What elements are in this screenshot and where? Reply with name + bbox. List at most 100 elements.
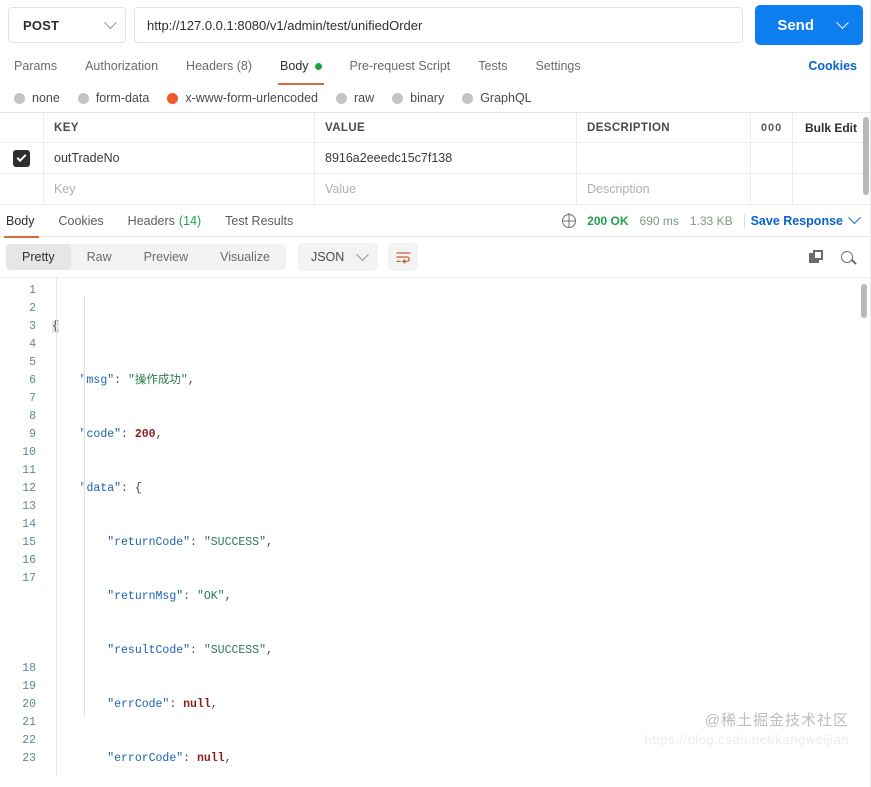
response-tab-cookies[interactable]: Cookies — [47, 205, 116, 237]
response-view-toolbar: Pretty Raw Preview Visualize JSON — [0, 237, 871, 277]
row-value[interactable]: 8916a2eeedc15c7f138 — [315, 143, 577, 173]
body-type-label: raw — [354, 91, 375, 105]
body-type-none[interactable]: none — [14, 91, 60, 105]
search-icon[interactable] — [841, 251, 853, 263]
body-type-label: none — [32, 91, 60, 105]
view-mode-raw[interactable]: Raw — [71, 244, 128, 270]
send-options-button[interactable] — [832, 5, 863, 45]
tab-tests[interactable]: Tests — [464, 50, 521, 82]
line-number: 20 — [22, 698, 36, 711]
row-description[interactable] — [577, 143, 751, 173]
table-row[interactable]: outTradeNo 8916a2eeedc15c7f138 — [0, 143, 871, 174]
bulk-edit-button[interactable]: Bulk Edit — [793, 113, 871, 142]
table-options-button[interactable]: 000 — [751, 113, 793, 142]
body-type-x-www-form-urlencoded[interactable]: x-www-form-urlencoded — [167, 91, 318, 105]
empty-row-options — [751, 174, 793, 204]
view-mode-pretty[interactable]: Pretty — [6, 244, 71, 270]
response-format-select[interactable]: JSON — [297, 243, 379, 271]
line-number: 13 — [22, 500, 36, 513]
tab-headers[interactable]: Headers (8) — [172, 50, 266, 82]
tab-body[interactable]: Body — [266, 50, 336, 85]
row-options[interactable] — [751, 143, 793, 173]
response-tab-test-results[interactable]: Test Results — [213, 205, 305, 237]
line-number: 7 — [29, 392, 36, 405]
line-number: 21 — [22, 716, 36, 729]
chevron-down-icon — [848, 211, 861, 225]
line-number: 15 — [22, 536, 36, 549]
response-body-json-viewer[interactable]: 1 2 3 4 5 6 7 8 9 10 11 12 13 14 15 16 1… — [0, 277, 871, 777]
send-button[interactable]: Send — [755, 5, 832, 45]
json-code[interactable]: { "msg": "操作成功", "code": 200, "data": { … — [44, 278, 871, 777]
json-scrollbar[interactable] — [861, 284, 867, 318]
indent-guide — [84, 296, 85, 716]
line-number: 3 — [29, 320, 36, 333]
line-number: 18 — [22, 662, 36, 675]
new-description-input[interactable]: Description — [577, 174, 751, 204]
params-table-scrollbar[interactable] — [863, 117, 869, 195]
line-number: 4 — [29, 338, 36, 351]
line-number: 17 — [22, 572, 36, 585]
cookies-link[interactable]: Cookies — [808, 59, 863, 73]
table-empty-row[interactable]: Key Value Description — [0, 174, 871, 205]
view-mode-preview[interactable]: Preview — [128, 244, 204, 270]
response-tools — [809, 250, 861, 264]
response-size: 1.33 KB — [689, 213, 733, 228]
tab-authorization[interactable]: Authorization — [71, 50, 172, 82]
body-type-label: binary — [410, 91, 445, 105]
row-key[interactable]: outTradeNo — [44, 143, 315, 173]
empty-row-checkbox[interactable] — [0, 174, 44, 204]
globe-icon — [562, 213, 577, 228]
save-response-button[interactable]: Save Response — [743, 211, 861, 228]
tab-settings[interactable]: Settings — [521, 50, 594, 82]
copy-icon[interactable] — [809, 250, 823, 264]
save-response-label: Save Response — [750, 213, 843, 228]
chevron-down-icon — [356, 247, 370, 261]
request-url-text: http://127.0.0.1:8080/v1/admin/test/unif… — [147, 17, 423, 33]
wrap-text-icon — [396, 251, 411, 264]
response-tab-headers[interactable]: Headers (14) — [116, 205, 213, 237]
request-tabs: Params Authorization Headers (8) Body Pr… — [0, 50, 871, 85]
new-value-input[interactable]: Value — [315, 174, 577, 204]
request-url-input[interactable]: http://127.0.0.1:8080/v1/admin/test/unif… — [134, 7, 744, 43]
line-number: 14 — [22, 518, 36, 531]
body-type-graphql[interactable]: GraphQL — [462, 91, 532, 105]
line-number: 10 — [22, 446, 36, 459]
json-grid: 1 2 3 4 5 6 7 8 9 10 11 12 13 14 15 16 1… — [0, 278, 871, 777]
params-table: KEY VALUE DESCRIPTION 000 Bulk Edit outT… — [0, 112, 871, 205]
response-status: 200 OK — [587, 213, 629, 228]
checkbox-checked-icon — [13, 149, 30, 167]
response-format-label: JSON — [310, 250, 345, 264]
line-number: 6 — [29, 374, 36, 387]
postman-window: POST http://127.0.0.1:8080/v1/admin/test… — [0, 0, 871, 787]
chevron-down-icon — [836, 15, 849, 29]
tab-pre-request-script[interactable]: Pre-request Script — [336, 50, 465, 82]
request-url-bar: POST http://127.0.0.1:8080/v1/admin/test… — [0, 0, 871, 50]
tab-label: Params — [14, 59, 58, 73]
http-method-select[interactable]: POST — [8, 7, 126, 43]
response-tabs: Body Cookies Headers (14) Test Results 2… — [0, 205, 871, 238]
radio-icon — [392, 92, 404, 104]
gutter-divider — [56, 278, 57, 777]
response-tab-body[interactable]: Body — [0, 205, 47, 238]
tab-label: Test Results — [225, 213, 294, 228]
response-meta: 200 OK 690 ms 1.33 KB Save Response — [562, 211, 863, 228]
new-key-input[interactable]: Key — [44, 174, 315, 204]
empty-row-trailing — [793, 174, 871, 204]
tab-params[interactable]: Params — [8, 50, 71, 82]
more-options-icon: 000 — [760, 121, 783, 134]
tab-label: Pre-request Script — [349, 59, 451, 73]
body-present-dot-icon — [314, 62, 322, 70]
tab-label: Authorization — [85, 59, 159, 73]
word-wrap-toggle[interactable] — [388, 243, 419, 271]
line-number: 8 — [29, 410, 36, 423]
body-type-binary[interactable]: binary — [392, 91, 444, 105]
header-key: KEY — [44, 113, 315, 142]
tab-label: Body — [6, 213, 35, 228]
line-number: 11 — [22, 464, 36, 477]
body-type-raw[interactable]: raw — [336, 91, 374, 105]
row-checkbox[interactable] — [0, 143, 44, 173]
view-mode-visualize[interactable]: Visualize — [204, 244, 286, 270]
body-type-form-data[interactable]: form-data — [77, 91, 149, 105]
tab-label: Cookies — [58, 213, 104, 228]
row-trailing — [793, 143, 871, 173]
